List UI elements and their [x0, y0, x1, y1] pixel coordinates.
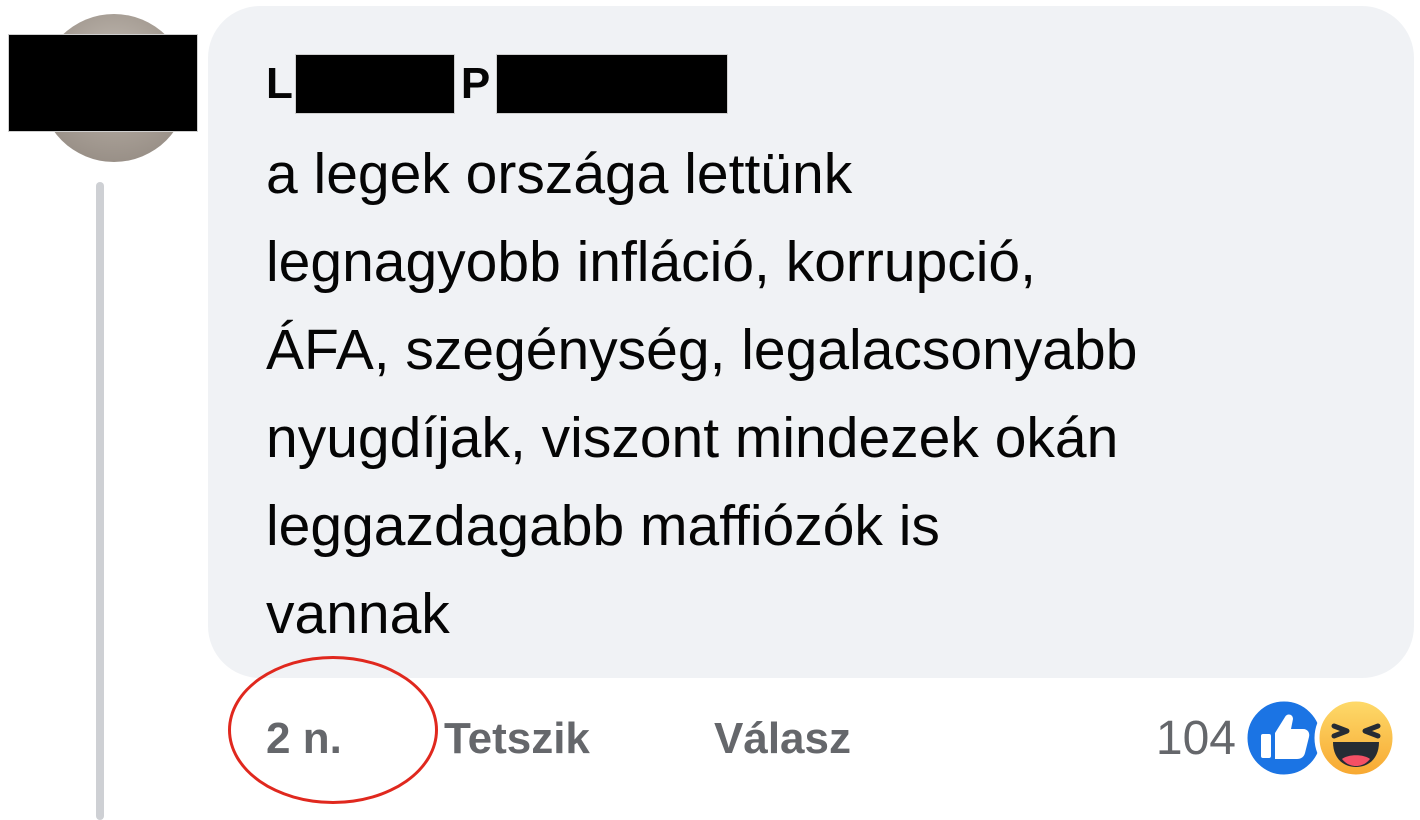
- reply-button[interactable]: Válasz: [714, 714, 851, 764]
- haha-icon: [1314, 696, 1398, 780]
- comment-author[interactable]: L P: [266, 52, 729, 116]
- like-button[interactable]: Tetszik: [444, 714, 714, 764]
- author-last-initial: P: [460, 59, 491, 108]
- comment-thread: L P a legek országa lettünk legnagyobb i…: [0, 0, 1420, 820]
- reaction-summary[interactable]: 104: [1156, 696, 1398, 780]
- reaction-count: 104: [1155, 711, 1236, 765]
- thread-line: [96, 182, 104, 820]
- author-name-redaction-1: [294, 54, 455, 114]
- avatar-redaction: [8, 34, 198, 132]
- highlight-circle: [228, 656, 438, 804]
- author-name-redaction-2: [496, 54, 729, 114]
- comment-text: a legek országa lettünk legnagyobb inflá…: [266, 142, 1138, 646]
- author-first-initial: L: [266, 59, 293, 108]
